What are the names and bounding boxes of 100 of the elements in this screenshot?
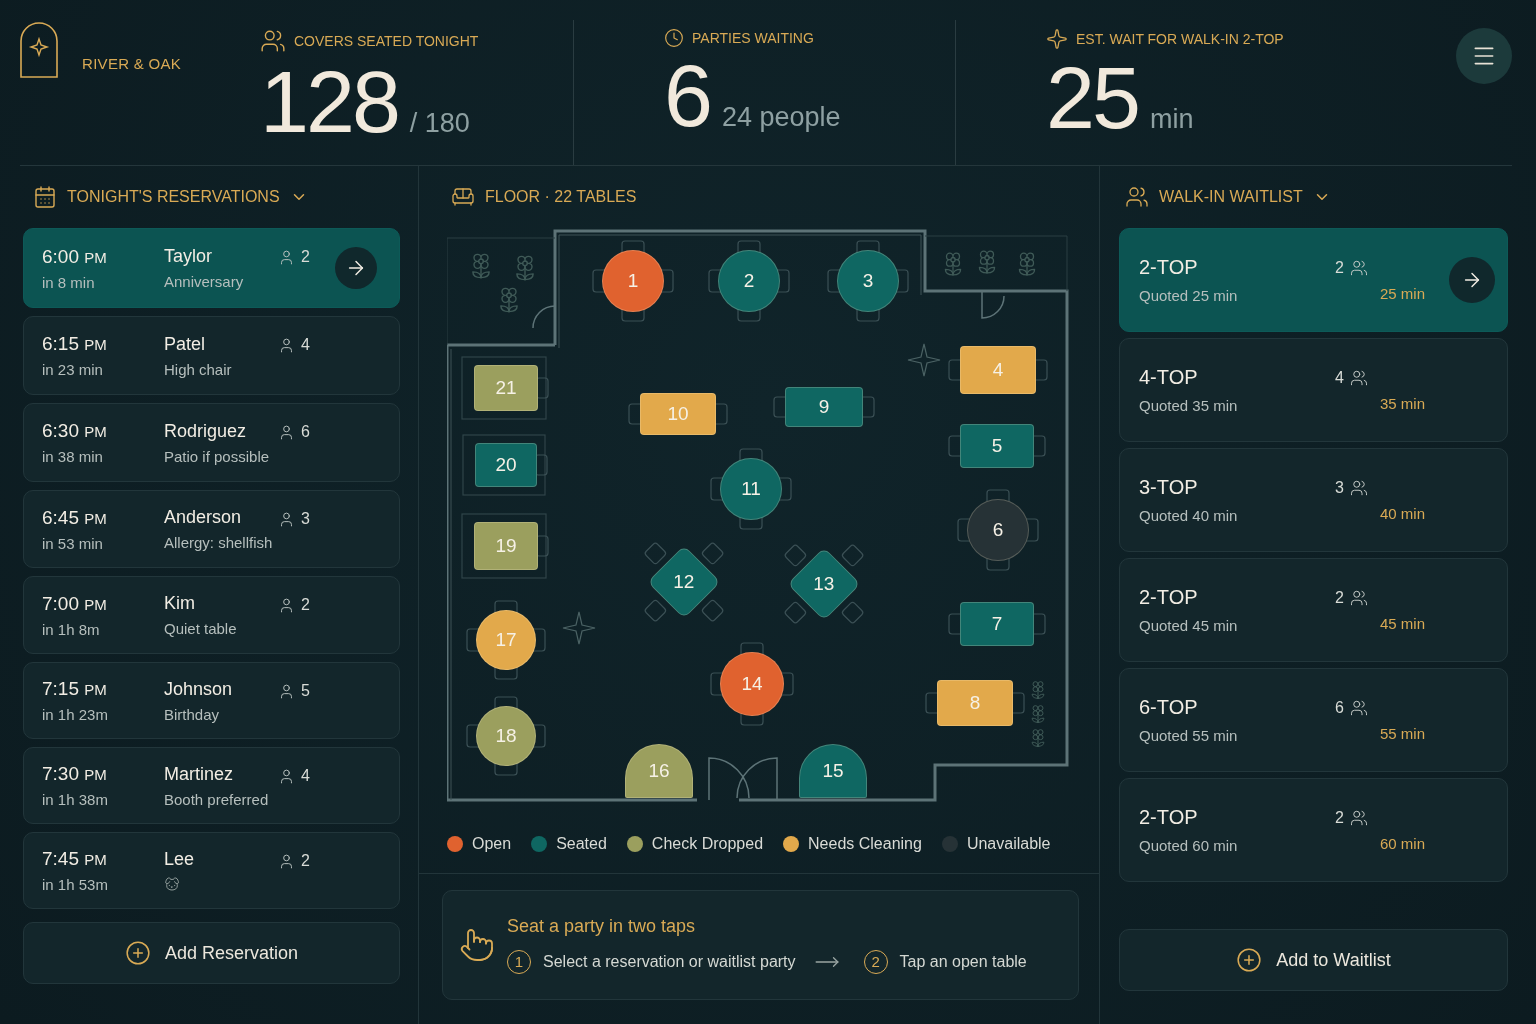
waitlist-card[interactable]: 3-TOP Quoted 40 min 3 40 min [1119,448,1508,552]
reservation-time: 7:00 PM [42,592,108,615]
floor-table[interactable]: 1 [602,250,664,312]
reservation-time: 6:45 PM [42,506,108,529]
guest-name: Taylor [164,246,213,267]
floor-table[interactable]: 20 [475,443,537,487]
guest-name: Johnson [164,678,234,700]
reservation-eta: in 53 min [42,534,104,552]
quoted-wait: Quoted 25 min [1139,287,1238,304]
reservation-card[interactable]: 6:00 PM in 8 min Taylor Anniversary 2 [23,228,400,308]
floor-table[interactable]: 14 [720,652,784,716]
wait-time: 55 min [1379,724,1425,742]
sparkle-icon [1046,28,1068,50]
party-size: 4 [301,336,310,354]
add-to-waitlist-button[interactable]: Add to Waitlist [1119,929,1508,991]
person-icon [278,248,295,266]
floor-table[interactable]: 3 [837,250,899,312]
party-size: 5 [301,682,310,700]
table-size: 2-TOP [1139,256,1198,279]
waitlist-card[interactable]: 4-TOP Quoted 35 min 4 35 min [1119,338,1508,442]
waitlist-card[interactable]: 2-TOP Quoted 60 min 2 60 min [1119,778,1508,882]
floor-table[interactable]: 9 [785,387,863,427]
reservation-time: 7:15 PM [42,678,108,700]
panel-title: TONIGHT'S RESERVATIONS [67,188,280,206]
stat-label: PARTIES WAITING [692,30,814,46]
legend-label: Open [472,835,512,853]
stat-suffix: / 180 [409,108,470,139]
reservation-eta: in 1h 8m [42,620,101,638]
reservation-note: High chair [164,360,233,378]
reservation-card[interactable]: 6:15 PM in 23 min Patel High chair 4 [23,316,400,395]
reservation-note: Birthday [164,705,221,723]
reservation-card[interactable]: 7:45 PM in 1h 53m Lee 2 [23,832,400,909]
plus-circle-icon [1236,947,1263,973]
floor-table[interactable]: 5 [960,424,1034,468]
waitlist-card[interactable]: 6-TOP Quoted 55 min 6 55 min [1119,668,1508,772]
table-size: 6-TOP [1139,696,1198,719]
party-size: 6 [1335,698,1344,717]
step-text: Tap an open table [899,952,1027,971]
stat-suffix: 24 people [721,102,841,133]
stat-value: 128 [260,58,398,146]
person-icon [278,423,295,441]
person-icon [278,336,295,354]
reservation-eta: in 8 min [42,273,96,291]
menu-button[interactable] [1456,28,1512,84]
party-size: 3 [1335,478,1344,497]
party-size: 2 [301,248,310,266]
table-size: 4-TOP [1139,366,1198,389]
reservation-time: 6:15 PM [42,333,108,355]
guest-name: Martinez [164,763,235,785]
step-text: Select a reservation or waitlist party [543,952,796,971]
legend-label: Seated [556,835,607,853]
reservation-note: Booth preferred [164,790,270,808]
stat-value: 6 [664,52,710,140]
wait-time: 40 min [1379,504,1425,522]
stat-suffix: min [1149,104,1194,135]
people-icon [1349,698,1368,717]
party-size: 2 [1335,588,1344,607]
floor-table[interactable]: 7 [960,602,1034,646]
waitlist-card[interactable]: 2-TOP Quoted 45 min 2 45 min [1119,558,1508,662]
person-icon [278,767,295,785]
reservation-note: Patio if possible [164,447,271,465]
floor-table[interactable]: 15 [799,744,867,798]
reservation-time: 7:30 PM [42,763,108,785]
arrow-button[interactable] [335,247,377,289]
reservation-card[interactable]: 6:30 PM in 38 min Rodriguez Patio if possible 6 [23,403,400,482]
reservation-eta: in 38 min [42,448,104,465]
legend-label: Needs Cleaning [808,835,922,853]
person-icon [278,852,295,870]
party-size: 4 [1335,368,1344,387]
reservation-card[interactable]: 6:45 PM in 53 min Anderson Allergy: shellfish 3 [23,490,400,568]
person-icon [278,510,295,528]
party-size: 2 [1335,258,1344,277]
stat-value: 25 [1046,54,1138,142]
reservation-card[interactable]: 7:15 PM in 1h 23m Johnson Birthday 5 [23,662,400,739]
waitlist-card[interactable]: 2-TOP Quoted 25 min 2 25 min [1119,228,1508,332]
floor-table[interactable]: 6 [967,499,1029,561]
calendar-icon [33,185,57,209]
people-icon [1349,368,1368,387]
stat-label: COVERS SEATED TONIGHT [294,33,479,49]
person-icon [278,682,295,700]
party-size: 2 [301,852,310,870]
people-icon [1349,478,1368,497]
wait-time: 25 min [1379,284,1425,302]
panel-title: WALK-IN WAITLIST [1159,188,1303,206]
tip-title: Seat a party in two taps [507,915,697,937]
sparkle-icon [561,610,597,646]
floor-table[interactable]: 2 [718,250,780,312]
floor-table[interactable]: 11 [720,458,782,520]
panel-title: FLOOR · 22 TABLES [485,188,637,206]
brand-name: RIVER & OAK [82,55,182,72]
quoted-wait: Quoted 40 min [1139,507,1238,524]
wait-time: 35 min [1379,394,1425,412]
reservation-card[interactable]: 7:30 PM in 1h 38m Martinez Booth preferred 4 [23,747,400,824]
reservation-card[interactable]: 7:00 PM in 1h 8m Kim Quiet table 2 [23,576,400,654]
add-reservation-button[interactable]: Add Reservation [23,922,400,984]
guest-name: Anderson [164,507,243,528]
arrow-button[interactable] [1449,257,1495,303]
reservation-eta: in 1h 53m [42,876,109,893]
party-size: 4 [301,767,310,785]
sparkle-icon [906,342,942,378]
